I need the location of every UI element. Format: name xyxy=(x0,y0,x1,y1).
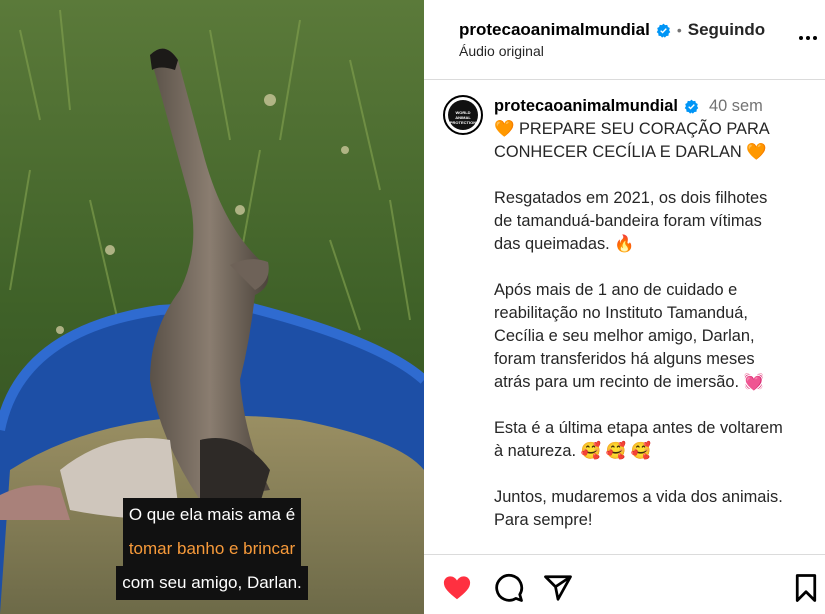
verified-badge-icon xyxy=(656,23,671,38)
caption-author-row: protecaoanimalmundial 40 sem xyxy=(494,95,812,118)
post-timestamp[interactable]: 40 sem xyxy=(709,95,763,118)
post-side-panel: protecaoanimalmundial • Seguindo Áudio o… xyxy=(424,0,825,614)
heart-filled-icon[interactable] xyxy=(442,573,472,603)
subtitle-line-3: com seu amigo, Darlan. xyxy=(116,566,308,600)
caption-line: reabilitação no Instituto Tamanduá, xyxy=(494,304,748,322)
caption-line: atrás para um recinto de imersão. 💓 xyxy=(494,373,765,391)
caption-text: protecaoanimalmundial 40 sem 🧡 PREPARE S… xyxy=(494,95,812,532)
comment-icon[interactable] xyxy=(494,573,524,603)
action-bar xyxy=(424,556,825,614)
original-audio-link[interactable]: Áudio original xyxy=(459,43,544,59)
video-subtitles: O que ela mais ama é tomar banho e brinc… xyxy=(0,498,424,600)
caption-username[interactable]: protecaoanimalmundial xyxy=(494,95,678,118)
caption-line: CONHECER CECÍLIA E DARLAN 🧡 xyxy=(494,143,767,161)
caption-line: Para sempre! xyxy=(494,511,593,529)
caption-line: foram transferidos há alguns meses xyxy=(494,350,755,368)
following-button[interactable]: Seguindo xyxy=(688,20,765,40)
caption-line: das queimadas. 🔥 xyxy=(494,235,635,253)
post-header: protecaoanimalmundial • Seguindo Áudio o… xyxy=(424,0,825,80)
caption-line: à natureza. 🥰 🥰 🥰 xyxy=(494,442,651,460)
header-username[interactable]: protecaoanimalmundial xyxy=(459,20,650,40)
avatar[interactable]: WORLD ANIMAL PROTECTION xyxy=(443,95,483,135)
caption-section: WORLD ANIMAL PROTECTION protecaoanimalmu… xyxy=(424,81,825,555)
caption-line: Resgatados em 2021, os dois filhotes xyxy=(494,189,768,207)
subtitle-line-1: O que ela mais ama é xyxy=(122,498,302,532)
more-options-icon[interactable] xyxy=(799,36,817,40)
caption-line: Após mais de 1 ano de cuidado e xyxy=(494,281,738,299)
caption-line: 🧡 PREPARE SEU CORAÇÃO PARA xyxy=(494,120,770,138)
share-icon[interactable] xyxy=(543,573,573,603)
subtitle-line-2: tomar banho e brincar xyxy=(122,532,302,566)
reel-video[interactable]: O que ela mais ama é tomar banho e brinc… xyxy=(0,0,424,614)
bookmark-icon[interactable] xyxy=(791,573,821,603)
caption-line: Esta é a última etapa antes de voltarem xyxy=(494,419,783,437)
caption-line: de tamanduá-bandeira foram vítimas xyxy=(494,212,762,230)
header-separator: • xyxy=(676,22,682,38)
verified-badge-icon xyxy=(684,99,699,114)
avatar-logo-text: WORLD ANIMAL PROTECTION xyxy=(449,110,477,125)
caption-line: Juntos, mudaremos a vida dos animais. xyxy=(494,488,783,506)
caption-line: Cecília e seu melhor amigo, Darlan, xyxy=(494,327,755,345)
